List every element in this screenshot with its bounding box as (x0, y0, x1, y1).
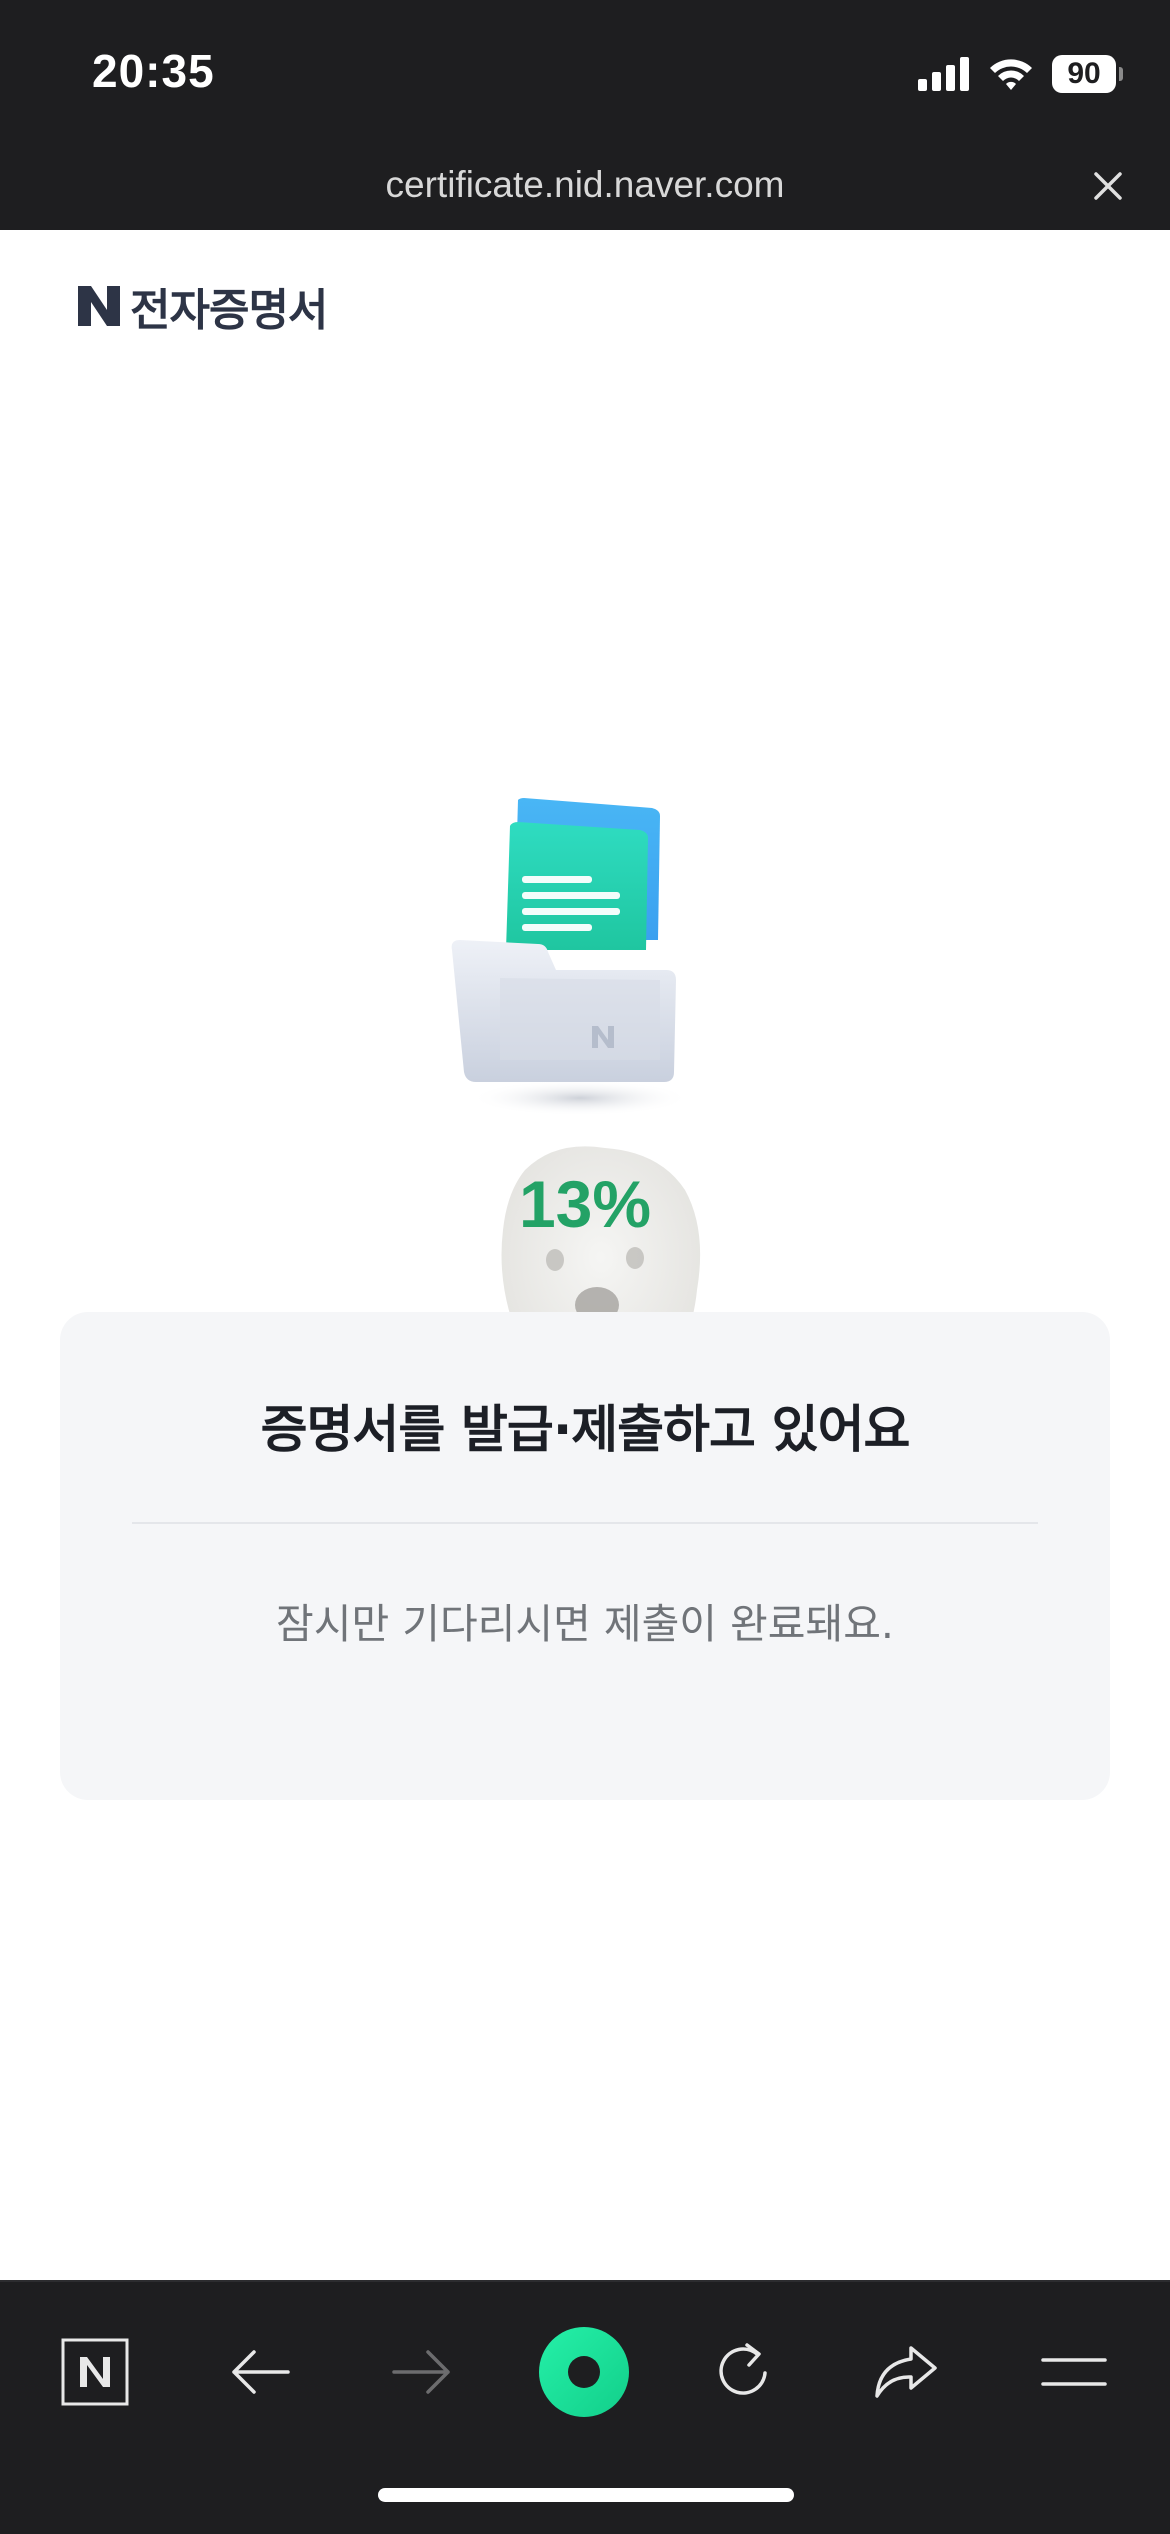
status-bar: 20:35 90 (0, 0, 1170, 150)
arrow-right-icon (392, 2350, 450, 2394)
naver-home-button[interactable] (45, 2322, 145, 2422)
card-divider (132, 1522, 1038, 1524)
naver-n-icon (61, 2338, 129, 2406)
menu-icon (1041, 2358, 1107, 2386)
green-dot-button[interactable] (534, 2322, 634, 2422)
share-icon (875, 2346, 937, 2398)
naver-n-logo-icon (78, 286, 120, 326)
home-indicator[interactable] (378, 2488, 794, 2502)
green-dot-icon (539, 2327, 629, 2417)
forward-button[interactable] (372, 2322, 472, 2422)
battery-icon: 90 (1052, 55, 1123, 93)
cellular-signal-icon (918, 57, 969, 91)
document-folder-illustration (451, 798, 690, 1116)
status-time: 20:35 (92, 45, 215, 97)
close-icon[interactable] (1090, 168, 1126, 204)
wifi-icon (990, 59, 1032, 90)
share-button[interactable] (856, 2322, 956, 2422)
url-text[interactable]: certificate.nid.naver.com (0, 164, 1170, 206)
naver-certificate-logo[interactable]: 전자증명서 (76, 274, 328, 338)
arrow-left-icon (232, 2350, 290, 2394)
back-button[interactable] (210, 2322, 310, 2422)
status-icons: 90 (918, 50, 1123, 98)
battery-level: 90 (1067, 57, 1101, 90)
menu-button[interactable] (1024, 2322, 1124, 2422)
reload-icon (719, 2343, 767, 2395)
status-title: 증명서를 발급·제출하고 있어요 (260, 1401, 911, 1460)
browser-url-bar[interactable]: certificate.nid.naver.com (0, 150, 1170, 230)
status-subtitle: 잠시만 기다리시면 제출이 완료돼요. (276, 1600, 894, 1648)
reload-button[interactable] (694, 2322, 794, 2422)
logo-text: 전자증명서 (130, 285, 328, 336)
progress-percentage: 13% (518, 1167, 652, 1241)
status-card: 증명서를 발급·제출하고 있어요 잠시만 기다리시면 제출이 완료돼요. (60, 1312, 1110, 1800)
